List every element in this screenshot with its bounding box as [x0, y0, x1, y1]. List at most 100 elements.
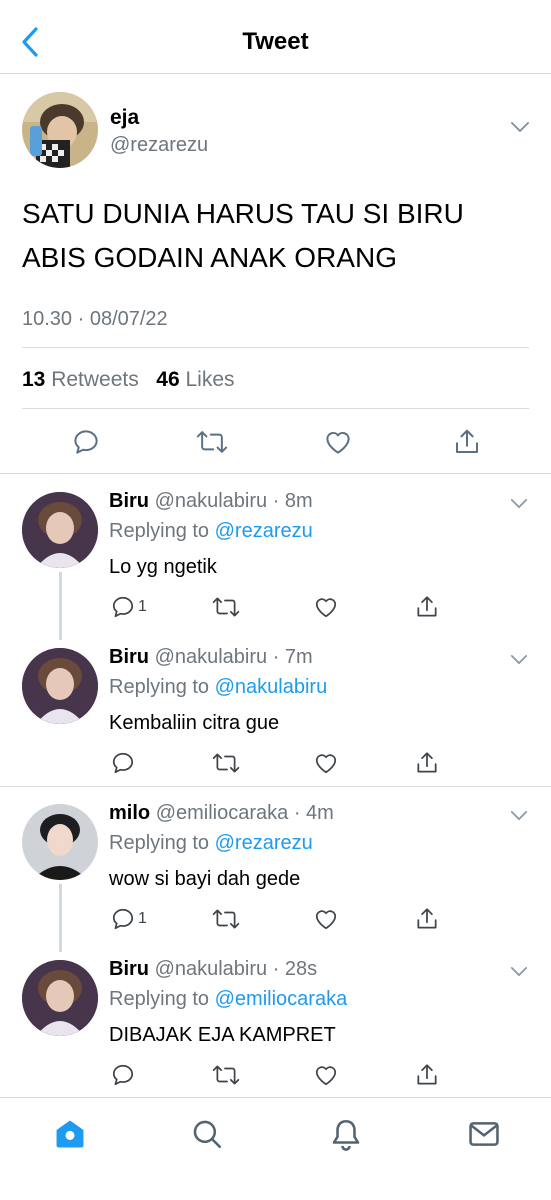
- avatar[interactable]: [22, 92, 98, 168]
- reply-tweet[interactable]: Biru @nakulabiru · 28s Replying to @emil…: [0, 942, 551, 1097]
- retweets-label[interactable]: Retweets: [51, 368, 139, 391]
- share-button[interactable]: [414, 904, 440, 934]
- author-handle[interactable]: @rezarezu: [110, 134, 208, 157]
- share-icon: [456, 429, 478, 453]
- reply-button[interactable]: [110, 748, 138, 778]
- reply-time: · 28s: [272, 958, 318, 980]
- reply-author-name[interactable]: Biru: [109, 646, 149, 668]
- share-button[interactable]: [414, 592, 440, 622]
- reply-author-handle[interactable]: @nakulabiru: [155, 490, 268, 512]
- share-button[interactable]: [414, 748, 440, 778]
- notifications-icon: [332, 1119, 360, 1151]
- retweet-button[interactable]: [212, 592, 240, 622]
- likes-label[interactable]: Likes: [185, 368, 234, 391]
- reply-tweet[interactable]: Biru @nakulabiru · 7m Replying to @nakul…: [0, 630, 551, 786]
- share-button[interactable]: [449, 424, 485, 460]
- share-icon: [417, 752, 437, 773]
- likes-count[interactable]: 46: [156, 368, 179, 391]
- like-button[interactable]: [313, 592, 339, 622]
- reply-button[interactable]: [110, 1060, 138, 1090]
- retweet-icon: [212, 1065, 240, 1085]
- reply-author-handle[interactable]: @nakulabiru: [155, 958, 268, 980]
- reply-tweet[interactable]: Biru @nakulabiru · 8m Replying to @rezar…: [0, 474, 551, 640]
- replying-label: Replying to: [109, 676, 210, 698]
- retweet-button[interactable]: [212, 1060, 240, 1090]
- reply-time: · 4m: [293, 802, 334, 824]
- retweet-icon: [212, 909, 240, 929]
- reply-header: Biru @nakulabiru · 7m: [109, 646, 313, 669]
- reply-text: Kembaliin citra gue: [109, 712, 280, 734]
- reply-author-name[interactable]: Biru: [109, 958, 149, 980]
- heart-icon: [326, 431, 350, 454]
- avatar[interactable]: [22, 804, 98, 880]
- retweets-count[interactable]: 13: [22, 368, 45, 391]
- search-icon: [193, 1120, 222, 1149]
- replying-mention[interactable]: @nakulabiru: [215, 676, 328, 698]
- more-options-button[interactable]: [510, 964, 528, 982]
- more-options-button[interactable]: [510, 496, 528, 514]
- more-options-button[interactable]: [510, 808, 528, 826]
- retweet-icon: [212, 753, 240, 773]
- tab-notifications[interactable]: [326, 1114, 366, 1154]
- more-options-button[interactable]: [510, 652, 528, 670]
- reply-author-name[interactable]: Biru: [109, 490, 149, 512]
- reply-icon: [112, 752, 134, 774]
- divider: [22, 347, 529, 348]
- replying-to: Replying to @emiliocaraka: [109, 988, 347, 1011]
- reply-actions: [0, 748, 551, 778]
- home-icon: [56, 1120, 84, 1148]
- replying-to: Replying to @rezarezu: [109, 520, 313, 543]
- reply-button[interactable]: [68, 424, 104, 460]
- reply-tweet[interactable]: milo @emiliocaraka · 4m Replying to @rez…: [0, 786, 551, 952]
- share-icon: [417, 908, 437, 929]
- like-button[interactable]: [313, 748, 339, 778]
- reply-button[interactable]: 1: [110, 904, 147, 934]
- author-name[interactable]: eja: [110, 106, 139, 130]
- reply-header: Biru @nakulabiru · 28s: [109, 958, 317, 981]
- share-button[interactable]: [414, 1060, 440, 1090]
- reply-author-handle[interactable]: @nakulabiru: [155, 646, 268, 668]
- replying-to: Replying to @rezarezu: [109, 832, 313, 855]
- like-button[interactable]: [313, 1060, 339, 1090]
- heart-icon: [315, 1066, 337, 1086]
- avatar[interactable]: [22, 492, 98, 568]
- reply-icon: [112, 596, 134, 618]
- replying-label: Replying to: [109, 832, 210, 854]
- reply-count: 1: [138, 910, 147, 927]
- tweet-text-line: ABIS GODAIN ANAK ORANG: [22, 242, 397, 273]
- page-title: Tweet: [242, 28, 309, 55]
- tab-messages[interactable]: [464, 1114, 504, 1154]
- avatar[interactable]: [22, 960, 98, 1036]
- retweet-icon: [196, 431, 228, 453]
- top-nav-bar: Tweet: [0, 0, 551, 74]
- reply-time: · 8m: [272, 490, 313, 512]
- retweet-button[interactable]: [212, 904, 240, 934]
- reply-header: milo @emiliocaraka · 4m: [109, 802, 334, 825]
- reply-author-name[interactable]: milo: [109, 802, 150, 824]
- chevron-down-icon: [510, 499, 528, 508]
- avatar[interactable]: [22, 648, 98, 724]
- tweet-actions: [0, 424, 551, 464]
- tweet-text-line: SATU DUNIA HARUS TAU SI BIRU: [22, 198, 464, 229]
- retweet-button[interactable]: [194, 424, 230, 460]
- heart-icon: [315, 754, 337, 774]
- reply-time: · 7m: [272, 646, 313, 668]
- retweet-button[interactable]: [212, 748, 240, 778]
- reply-button[interactable]: 1: [110, 592, 147, 622]
- reply-icon: [112, 1064, 134, 1086]
- like-button[interactable]: [313, 904, 339, 934]
- replying-label: Replying to: [109, 520, 210, 542]
- divider: [22, 408, 529, 409]
- messages-icon: [469, 1122, 499, 1146]
- reply-author-handle[interactable]: @emiliocaraka: [156, 802, 289, 824]
- tweet-timestamp: 10.30 · 08/07/22: [22, 308, 168, 330]
- reply-icon: [74, 430, 98, 454]
- like-button[interactable]: [320, 424, 356, 460]
- replying-mention[interactable]: @rezarezu: [215, 832, 313, 854]
- replying-mention[interactable]: @emiliocaraka: [215, 988, 348, 1010]
- more-options-button[interactable]: [510, 120, 530, 138]
- tab-search[interactable]: [187, 1114, 227, 1154]
- retweet-icon: [212, 597, 240, 617]
- tab-home[interactable]: [50, 1114, 90, 1154]
- replying-mention[interactable]: @rezarezu: [215, 520, 313, 542]
